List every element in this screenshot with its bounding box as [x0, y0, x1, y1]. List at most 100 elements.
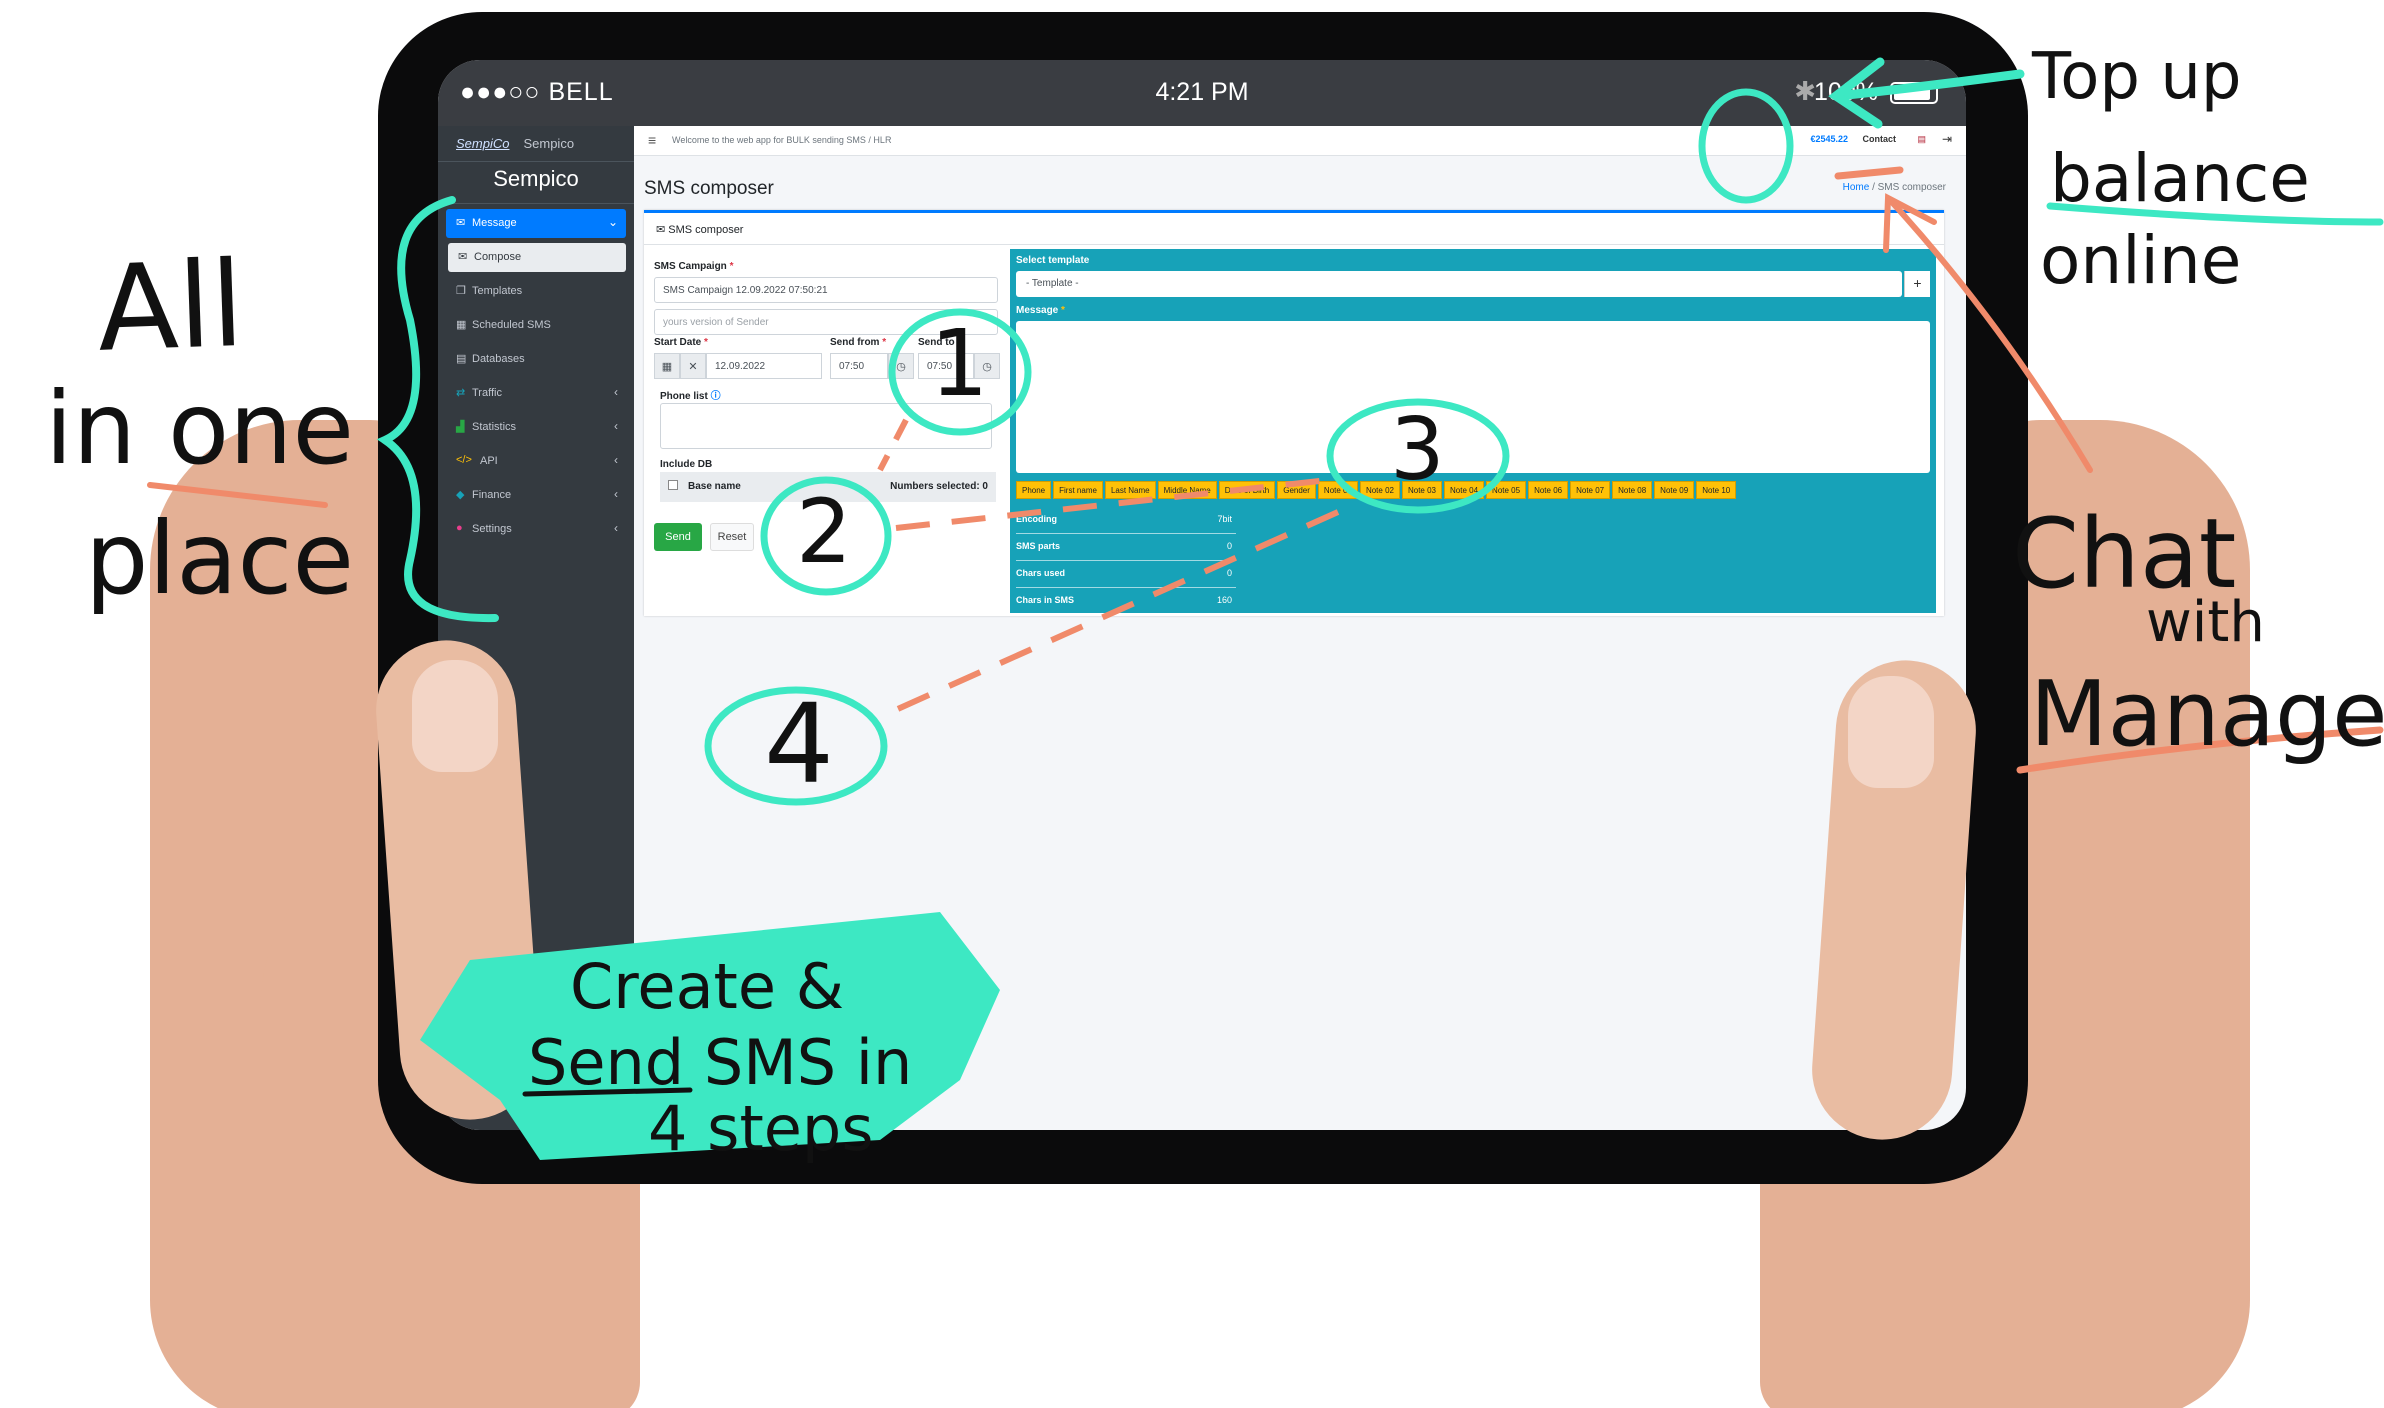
variable-button[interactable]: Note 10: [1696, 481, 1737, 499]
sidebar-item-message[interactable]: ✉ Message ⌄: [446, 209, 626, 238]
message-textarea[interactable]: [1016, 321, 1930, 473]
annotation-steps: 4 steps: [648, 1092, 874, 1165]
stat-value: 160: [1216, 595, 1232, 605]
send-from-label: Send from *: [830, 337, 887, 348]
chevron-left-icon: ‹: [614, 453, 618, 467]
sidebar-item-compose[interactable]: ✉ Compose: [448, 243, 626, 272]
stat-row: Chars used 0: [1016, 561, 1236, 588]
chevron-left-icon: ‹: [614, 385, 618, 399]
sidebar-item-label: Compose: [474, 251, 522, 263]
sidebar-brand[interactable]: SempiCo Sempico: [438, 126, 634, 162]
stat-value: 0: [1226, 568, 1232, 578]
annotation-balance: balance: [2050, 140, 2310, 217]
reset-button[interactable]: Reset: [710, 523, 754, 551]
breadcrumb-home[interactable]: Home: [1843, 182, 1870, 193]
variable-button[interactable]: Middle Name: [1157, 481, 1217, 499]
select-all-checkbox[interactable]: [668, 480, 678, 490]
card-header: ✉ SMS composer: [644, 213, 1944, 245]
sidebar-item-statistics[interactable]: ▟ Statistics ‹: [446, 413, 626, 442]
sidebar-item-templates[interactable]: ❐ Templates: [446, 277, 626, 306]
ios-status-bar: ●●●○○ BELL 4:21 PM ✱ 100%: [438, 60, 1966, 126]
variable-button[interactable]: Note 01: [1317, 481, 1358, 499]
select-template-label: Select template: [1016, 255, 1090, 266]
campaign-label: SMS Campaign *: [654, 261, 734, 272]
variable-button[interactable]: Note 04: [1444, 481, 1485, 499]
include-db-label: Include DB: [660, 459, 713, 470]
annotation-in-one: in one: [45, 370, 355, 487]
clear-icon[interactable]: ✕: [680, 353, 706, 379]
stat-row: Encoding 7bit: [1016, 507, 1236, 534]
chevron-left-icon: ‹: [614, 487, 618, 501]
stat-label: SMS parts: [1016, 541, 1061, 551]
right-thumb-nail: [1848, 676, 1934, 788]
chart-icon: ▟: [456, 421, 465, 433]
welcome-text: Welcome to the web app for BULK sending …: [672, 135, 892, 145]
annotation-online: online: [2040, 222, 2242, 299]
sidebar-item-scheduled-sms[interactable]: ▦ Scheduled SMS: [446, 311, 626, 340]
sidebar-item-label: Message: [472, 217, 517, 229]
send-from-input[interactable]: 07:50: [830, 353, 888, 379]
flag-icon[interactable]: ▤: [1917, 134, 1926, 145]
promo-image: ●●●○○ BELL 4:21 PM ✱ 100% SempiCo Sempico…: [0, 0, 2384, 1408]
sms-stats: Encoding 7bit SMS parts 0 Chars used 0 Chars i…: [1016, 507, 1236, 615]
traffic-icon: ⇄: [456, 387, 466, 399]
database-icon: ▤: [456, 353, 467, 365]
sidebar-user[interactable]: Sempico: [438, 162, 634, 204]
help-icon: ⓘ: [710, 391, 721, 402]
sidebar-item-settings[interactable]: ● Settings ‹: [446, 515, 626, 544]
template-select[interactable]: - Template -: [1016, 271, 1902, 297]
clock-icon[interactable]: ◷: [888, 353, 914, 379]
start-date-input[interactable]: 12.09.2022: [706, 353, 822, 379]
variable-button[interactable]: First name: [1053, 481, 1103, 499]
variable-button[interactable]: Date of Birth: [1218, 481, 1276, 499]
envelope-icon: ✉: [458, 251, 468, 263]
variable-button[interactable]: Note 05: [1486, 481, 1527, 499]
balance-link[interactable]: €2545.22: [1810, 134, 1848, 144]
sidebar-item-traffic[interactable]: ⇄ Traffic ‹: [446, 379, 626, 408]
bluetooth-icon: ✱: [1794, 76, 1816, 106]
variable-button[interactable]: Note 09: [1654, 481, 1695, 499]
variable-button[interactable]: Phone: [1016, 481, 1052, 499]
envelope-icon: ✉: [656, 224, 669, 236]
calendar-icon: ▦: [456, 319, 467, 331]
stat-value: 7bit: [1217, 514, 1232, 524]
variable-button[interactable]: Note 07: [1570, 481, 1611, 499]
contact-link[interactable]: Contact: [1863, 134, 1897, 144]
variable-button[interactable]: Note 08: [1612, 481, 1653, 499]
campaign-input[interactable]: SMS Campaign 12.09.2022 07:50:21: [654, 277, 998, 303]
step-3-number: 3: [1390, 400, 1445, 500]
sidebar-item-label: Traffic: [472, 387, 502, 399]
chevron-left-icon: ‹: [614, 521, 618, 535]
top-navbar: ≡ Welcome to the web app for BULK sendin…: [634, 126, 1966, 156]
stat-row: Chars in SMS 160: [1016, 588, 1236, 615]
sidebar-item-label: Finance: [472, 489, 512, 501]
battery-icon: [1890, 82, 1938, 104]
sidebar-item-api[interactable]: </> API ‹: [446, 447, 626, 476]
sidebar-item-label: API: [480, 455, 498, 467]
add-template-button[interactable]: +: [1904, 271, 1930, 297]
annotation-create: Create &: [570, 950, 845, 1023]
envelope-icon: ✉: [456, 217, 466, 229]
sidebar-item-label: Databases: [472, 353, 525, 365]
card-title: SMS composer: [668, 224, 744, 236]
stat-label: Chars in SMS: [1016, 595, 1075, 605]
sidebar-item-databases[interactable]: ▤ Databases: [446, 345, 626, 374]
left-thumb-nail: [412, 660, 498, 772]
variable-button[interactable]: Note 06: [1528, 481, 1569, 499]
sidebar-item-finance[interactable]: ◆ Finance ‹: [446, 481, 626, 510]
stat-value: 0: [1226, 541, 1232, 551]
send-button[interactable]: Send: [654, 523, 702, 551]
step-4-number: 4: [764, 680, 834, 808]
menu-toggle-icon[interactable]: ≡: [648, 132, 656, 148]
battery-percent: 100%: [1814, 78, 1878, 106]
breadcrumb-current: SMS composer: [1877, 182, 1946, 193]
chevron-left-icon: ‹: [614, 419, 618, 433]
logout-icon[interactable]: ⇥: [1942, 132, 1952, 146]
message-label: Message *: [1016, 305, 1065, 316]
brand-text: Sempico: [523, 136, 575, 151]
variable-button[interactable]: Gender: [1277, 481, 1316, 499]
clock: 4:21 PM: [1155, 78, 1249, 106]
sidebar-item-label: Templates: [472, 285, 523, 297]
variable-button[interactable]: Last Name: [1104, 481, 1156, 499]
calendar-icon[interactable]: ▦: [654, 353, 680, 379]
